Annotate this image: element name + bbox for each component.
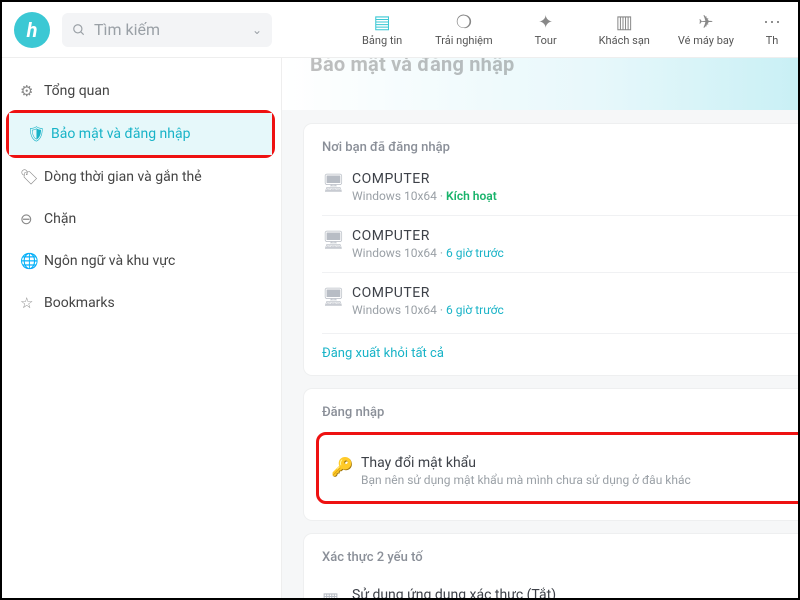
globe-icon: 🌐 [20, 252, 44, 270]
topnav-experience[interactable]: ❍ Trải nghiệm [435, 12, 493, 47]
logo[interactable]: h [14, 12, 50, 48]
tfa-heading: Xác thực 2 yếu tố [322, 550, 798, 565]
topnav-more[interactable]: ⋯ Th [762, 12, 782, 47]
login-heading: Đăng nhập [322, 405, 798, 420]
search-icon [72, 23, 86, 37]
balloon-icon: ❍ [456, 12, 472, 34]
search-placeholder: Tìm kiếm [94, 20, 160, 39]
topnav-flight[interactable]: ✈ Vé máy bay [678, 12, 734, 47]
header: h Tìm kiếm ⌄ ▤ Bảng tin ❍ Trải nghiệm ✦ … [2, 2, 798, 58]
sidebar-item-timeline[interactable]: 🏷 Dòng thời gian và gắn thẻ [2, 156, 281, 198]
sidebar: ⚙ Tổng quan 🛡 Bảo mật và đăng nhập 🏷 Dòn… [2, 58, 282, 598]
device-row[interactable]: 🖥 COMPUTER Windows 10x64 · 6 giờ trước [322, 215, 798, 272]
sidebar-item-overview[interactable]: ⚙ Tổng quan [2, 70, 281, 112]
tag-icon: 🏷 [20, 168, 44, 186]
change-password-option[interactable]: 🔑 Thay đổi mật khẩu Bạn nên sử dụng mật … [331, 445, 798, 491]
topnav-feed[interactable]: ▤ Bảng tin [357, 12, 407, 47]
sidebar-item-security[interactable]: 🛡 Bảo mật và đăng nhập [9, 113, 272, 155]
signout-all-link[interactable]: Đăng xuất khỏi tất cả [322, 333, 798, 361]
search-input[interactable]: Tìm kiếm ⌄ [62, 13, 272, 47]
key-icon: 🔑 [331, 457, 361, 478]
highlight-security-sidebar: 🛡 Bảo mật và đăng nhập [6, 110, 275, 158]
shield-icon: 🛡 [27, 125, 51, 143]
monitor-icon: 🖥 [322, 287, 352, 308]
more-icon: ⋯ [763, 12, 781, 34]
gear-icon: ⚙ [20, 82, 44, 100]
card-logged-in: Nơi bạn đã đăng nhập 🖥 COMPUTER Windows … [304, 124, 798, 375]
block-icon: ⊖ [20, 210, 44, 228]
sidebar-item-bookmarks[interactable]: ☆ Bookmarks [2, 282, 281, 324]
monitor-icon: 🖥 [322, 173, 352, 194]
topnav-hotel[interactable]: ▥ Khách sạn [599, 12, 650, 47]
card-two-factor: Xác thực 2 yếu tố ▦ Sử dụng ứng dụng xác… [304, 534, 798, 598]
content: Bảo mật và đăng nhập Nơi bạn đã đăng nhậ… [282, 58, 798, 598]
tour-icon: ✦ [538, 12, 553, 34]
chevron-down-icon: ⌄ [252, 23, 262, 37]
tfa-app-option[interactable]: ▦ Sử dụng ứng dụng xác thực (Tắt) Tạo mã… [322, 577, 798, 598]
logged-in-heading: Nơi bạn đã đăng nhập [322, 140, 798, 155]
qr-icon: ▦ [322, 589, 352, 598]
sidebar-item-language[interactable]: 🌐 Ngôn ngữ và khu vực [2, 240, 281, 282]
topnav-tour[interactable]: ✦ Tour [521, 12, 571, 47]
page-banner: Bảo mật và đăng nhập [282, 58, 798, 110]
device-row[interactable]: 🖥 COMPUTER Windows 10x64 · 6 giờ trước [322, 272, 798, 329]
card-login: Đăng nhập 🔑 Thay đổi mật khẩu Bạn nên sử… [304, 389, 798, 520]
top-nav: ▤ Bảng tin ❍ Trải nghiệm ✦ Tour ▥ Khách … [357, 12, 786, 47]
hotel-icon: ▥ [616, 12, 633, 34]
device-row[interactable]: 🖥 COMPUTER Windows 10x64 · Kích hoạt [322, 167, 798, 215]
page-title: Bảo mật và đăng nhập [310, 58, 514, 76]
plane-icon: ✈ [698, 12, 713, 34]
sidebar-item-block[interactable]: ⊖ Chặn [2, 198, 281, 240]
highlight-change-password: 🔑 Thay đổi mật khẩu Bạn nên sử dụng mật … [316, 432, 798, 504]
monitor-icon: 🖥 [322, 230, 352, 251]
star-icon: ☆ [20, 294, 44, 312]
feed-icon: ▤ [374, 12, 391, 34]
